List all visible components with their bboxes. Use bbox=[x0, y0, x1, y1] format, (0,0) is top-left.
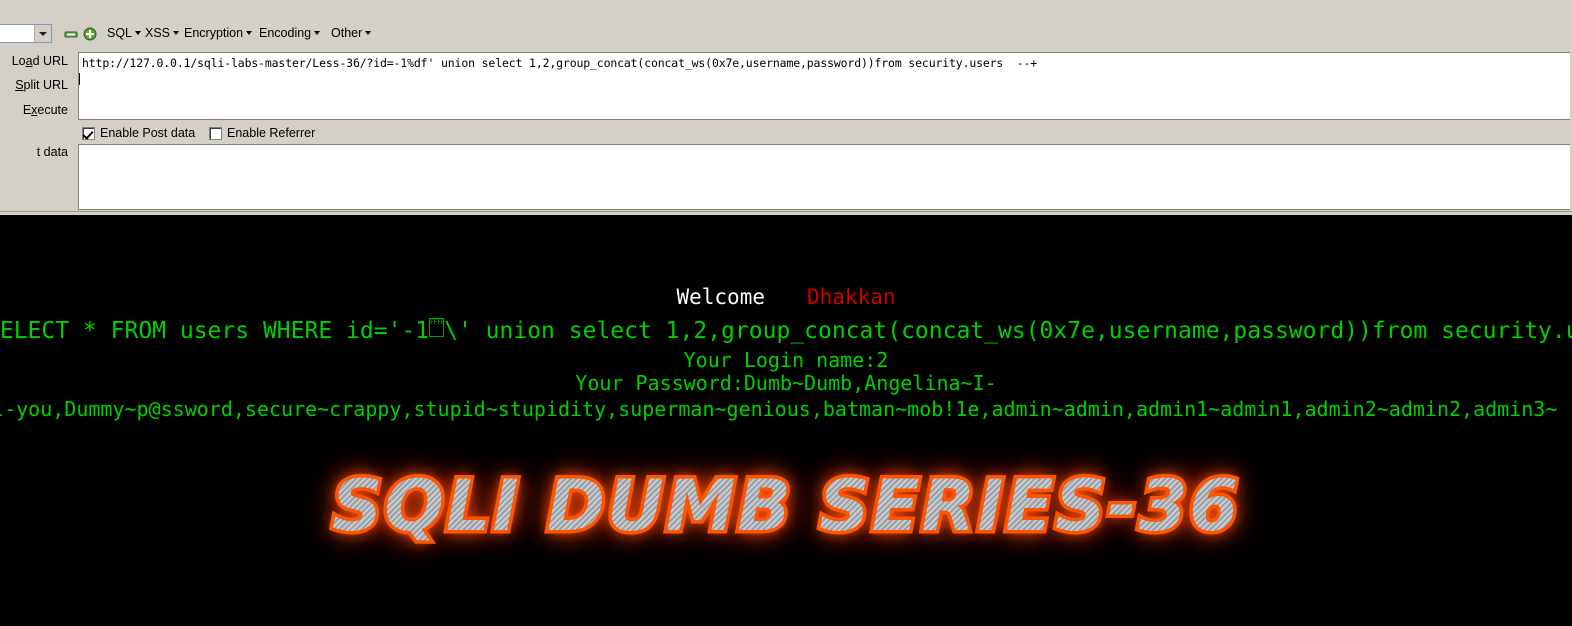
menu-other[interactable]: Other bbox=[329, 25, 373, 42]
welcome-heading: Welcome Dhakkan bbox=[0, 285, 1572, 309]
menu-xss[interactable]: XSS bbox=[143, 25, 181, 42]
menu-sql-label: SQL bbox=[107, 26, 133, 40]
unprintable-char-box: FFFB bbox=[429, 318, 445, 337]
url-input[interactable]: http://127.0.0.1/sqli-labs-master/Less-3… bbox=[78, 52, 1570, 120]
combobox-value bbox=[0, 25, 34, 42]
enable-referrer-label: Enable Referrer bbox=[227, 126, 316, 140]
password-dump: Your Password:Dumb~Dumb,Angelina~I- ll-y… bbox=[0, 370, 1572, 422]
checkbox-box-unchecked[interactable] bbox=[209, 126, 222, 140]
chevron-down-icon[interactable] bbox=[34, 25, 51, 42]
text-caret bbox=[79, 73, 80, 85]
enable-referrer-checkbox[interactable]: Enable Referrer bbox=[209, 126, 315, 140]
caret-down-icon bbox=[314, 31, 321, 35]
caret-down-icon bbox=[135, 31, 142, 35]
menu-xss-label: XSS bbox=[145, 26, 171, 40]
page-content: Welcome Dhakkan SELECT * FROM users WHERE… bbox=[0, 215, 1572, 626]
menu-encryption[interactable]: Encryption bbox=[182, 25, 254, 42]
menu-encoding[interactable]: Encoding bbox=[257, 25, 322, 42]
split-url-button[interactable]: Split URL bbox=[0, 78, 68, 92]
password-line-1: Your Password:Dumb~Dumb,Angelina~I- bbox=[575, 371, 997, 395]
enable-post-data-checkbox[interactable]: Enable Post data bbox=[82, 126, 195, 140]
sql-query-suffix: \' union select 1,2,group_concat(concat_… bbox=[444, 318, 1572, 344]
enable-post-data-label: Enable Post data bbox=[100, 126, 196, 140]
welcome-name: Dhakkan bbox=[807, 285, 896, 309]
plus-icon[interactable] bbox=[83, 27, 97, 41]
url-input-value: http://127.0.0.1/sqli-labs-master/Less-3… bbox=[82, 56, 1038, 70]
login-name-line: Your Login name:2 bbox=[683, 348, 889, 372]
post-data-input[interactable] bbox=[78, 144, 1570, 210]
menu-sql[interactable]: SQL bbox=[105, 25, 143, 42]
caret-down-icon bbox=[365, 31, 372, 35]
sql-query-prefix: SELECT * FROM users WHERE id='-1 bbox=[0, 318, 430, 344]
post-data-label: t data bbox=[36, 145, 68, 159]
execute-button[interactable]: Execute bbox=[0, 103, 68, 117]
load-url-button[interactable]: Load URL bbox=[0, 54, 68, 68]
welcome-word: Welcome bbox=[676, 285, 765, 309]
logo-text: SQLI DUMB SERIES-36 bbox=[324, 465, 1248, 547]
minus-icon[interactable] bbox=[64, 27, 78, 41]
menu-other-label: Other bbox=[331, 26, 363, 40]
password-line-2: ll-you,Dummy~p@ssword,secure~crappy,stup… bbox=[0, 397, 1558, 421]
caret-down-icon bbox=[246, 31, 253, 35]
sql-query-echo: SELECT * FROM users WHERE id='-1FFFB\' u… bbox=[0, 318, 1572, 344]
checkbox-box-checked[interactable] bbox=[82, 126, 95, 140]
hackbar-panel: SQL XSS Encryption Encoding Other Load U… bbox=[0, 0, 1572, 216]
menu-encryption-label: Encryption bbox=[184, 26, 244, 40]
menu-encoding-label: Encoding bbox=[259, 26, 312, 40]
sqli-dumb-series-logo: SQLI DUMB SERIES-36 SQLI DUMB SERIES-36 bbox=[0, 462, 1572, 551]
hackbar-history-combobox[interactable] bbox=[0, 24, 52, 43]
hackbar-toolbar: SQL XSS Encryption Encoding Other bbox=[0, 24, 1572, 48]
caret-down-icon bbox=[173, 31, 180, 35]
